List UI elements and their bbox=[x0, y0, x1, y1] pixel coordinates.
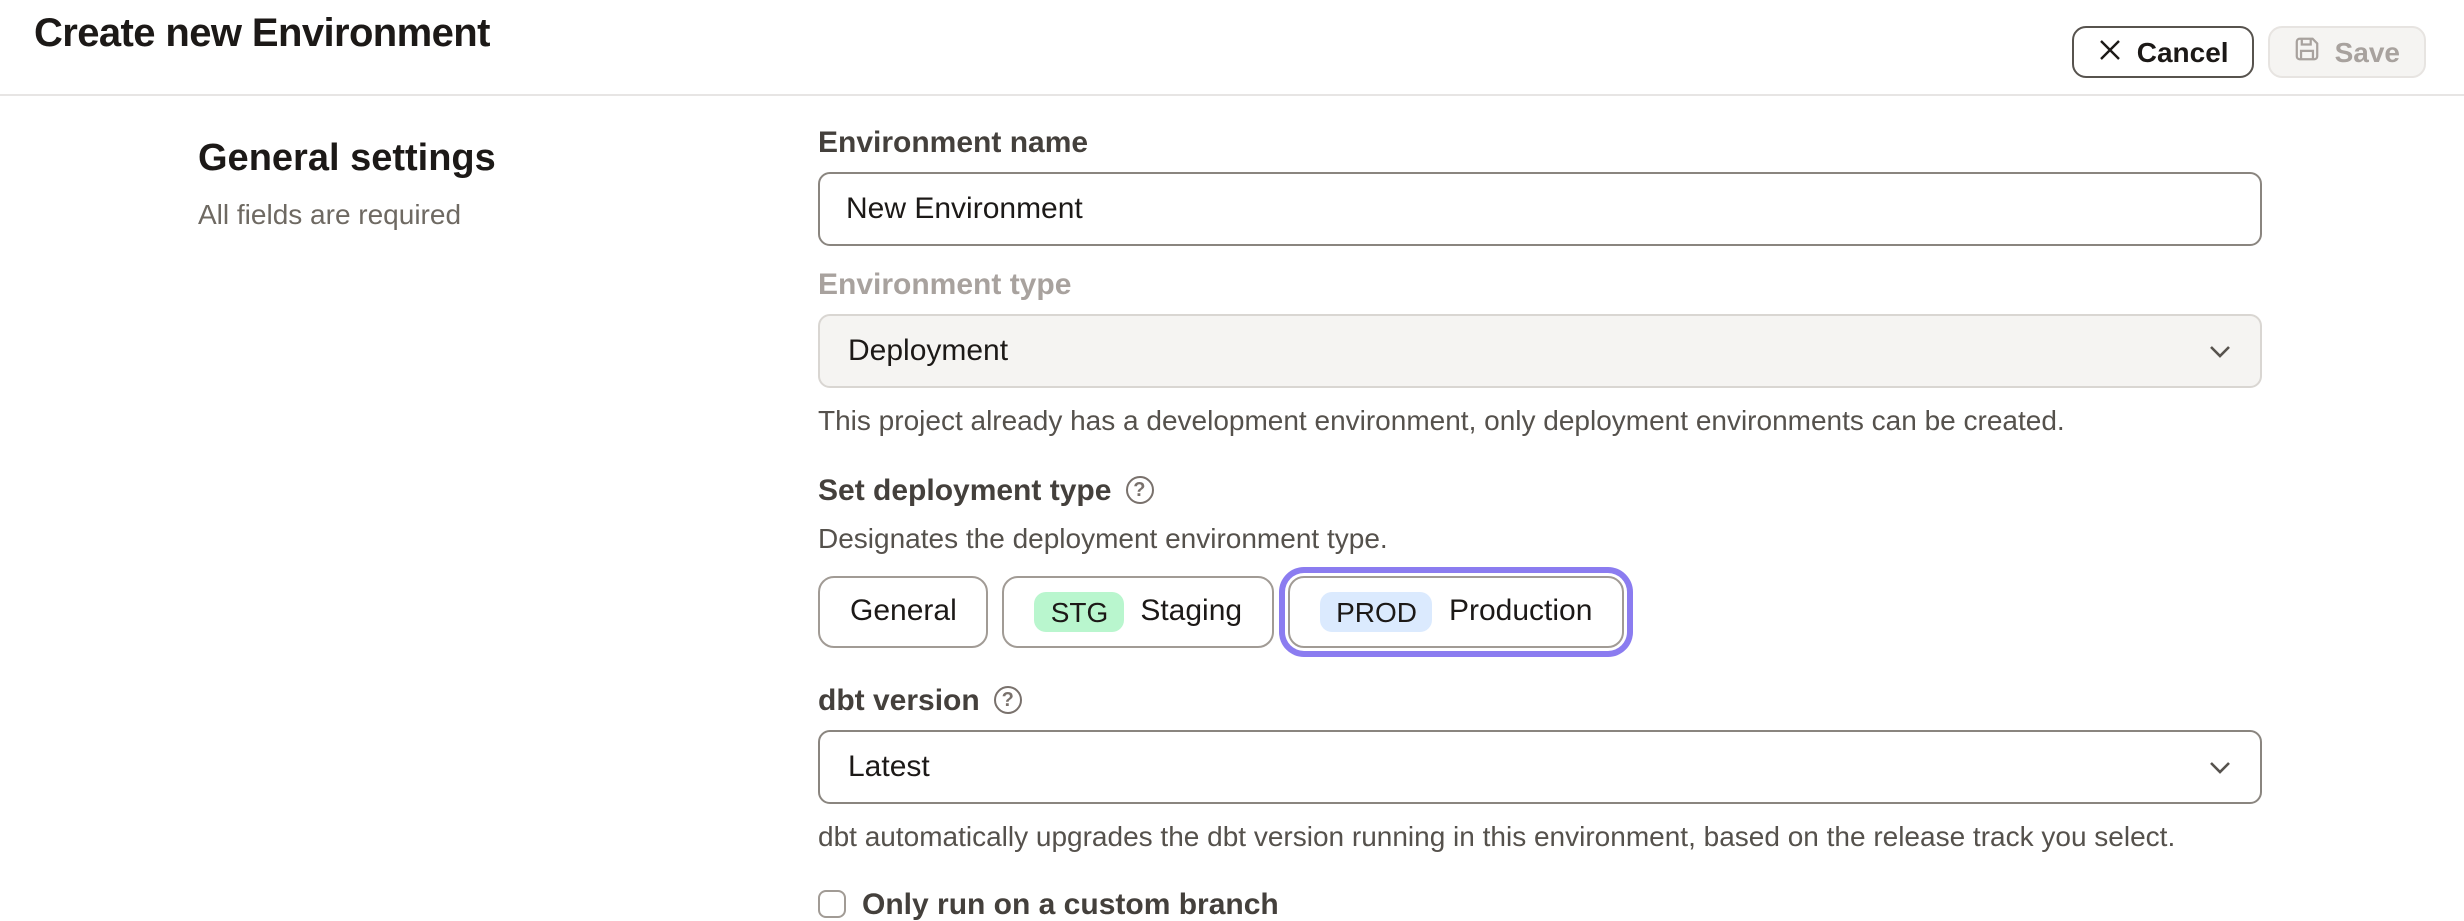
help-icon[interactable]: ? bbox=[1125, 477, 1153, 505]
cancel-button[interactable]: Cancel bbox=[2073, 26, 2255, 78]
environment-name-field: Environment name bbox=[818, 126, 2262, 246]
environment-type-label: Environment type bbox=[818, 268, 2262, 302]
environment-name-label: Environment name bbox=[818, 126, 2262, 160]
environment-type-select[interactable]: Deployment bbox=[818, 314, 2262, 388]
dbt-version-field: dbt version ? Latest dbt automatically u… bbox=[818, 684, 2262, 856]
save-button[interactable]: Save bbox=[2269, 26, 2426, 78]
chevron-down-icon bbox=[2208, 334, 2232, 368]
save-disk-icon bbox=[2295, 36, 2321, 68]
option-label: General bbox=[850, 595, 957, 629]
deployment-type-option-production[interactable]: PROD Production bbox=[1288, 576, 1624, 648]
environment-type-field: Environment type Deployment This project… bbox=[818, 268, 2262, 440]
chevron-down-icon bbox=[2208, 750, 2232, 784]
help-icon[interactable]: ? bbox=[994, 687, 1022, 715]
deployment-type-section: Set deployment type ? Designates the dep… bbox=[818, 474, 2262, 648]
dbt-version-label: dbt version bbox=[818, 684, 980, 718]
environment-name-input[interactable] bbox=[818, 172, 2262, 246]
create-environment-page: Create new Environment Cancel Save Gener… bbox=[0, 0, 2464, 872]
save-button-label: Save bbox=[2335, 36, 2400, 68]
option-label: Staging bbox=[1140, 595, 1242, 629]
deployment-type-options: General STG Staging PROD Production bbox=[818, 576, 2262, 648]
option-label: Production bbox=[1449, 595, 1592, 629]
settings-summary: General settings All fields are required bbox=[198, 126, 818, 921]
custom-branch-checkbox[interactable] bbox=[818, 890, 846, 918]
deployment-type-option-general[interactable]: General bbox=[818, 576, 989, 648]
deployment-type-option-staging[interactable]: STG Staging bbox=[1003, 576, 1274, 648]
page-title: Create new Environment bbox=[34, 12, 490, 58]
close-icon bbox=[2099, 36, 2123, 68]
deployment-type-label: Set deployment type bbox=[818, 474, 1111, 508]
staging-badge: STG bbox=[1035, 592, 1125, 632]
custom-branch-field: Only run on a custom branch bbox=[818, 887, 2262, 921]
page-header: Create new Environment Cancel Save bbox=[0, 0, 2464, 96]
dbt-version-helper: dbt automatically upgrades the dbt versi… bbox=[818, 818, 2262, 856]
production-badge: PROD bbox=[1320, 592, 1433, 632]
header-actions: Cancel Save bbox=[2073, 26, 2426, 78]
settings-subheading: All fields are required bbox=[198, 198, 818, 230]
environment-type-value: Deployment bbox=[848, 334, 1008, 368]
deployment-type-helper: Designates the deployment environment ty… bbox=[818, 520, 2262, 558]
custom-branch-label[interactable]: Only run on a custom branch bbox=[862, 887, 1279, 921]
environment-type-helper: This project already has a development e… bbox=[818, 402, 2262, 440]
dbt-version-select[interactable]: Latest bbox=[818, 730, 2262, 804]
dbt-version-value: Latest bbox=[848, 750, 930, 784]
settings-heading: General settings bbox=[198, 136, 818, 184]
main-content: General settings All fields are required… bbox=[0, 96, 2464, 921]
environment-form: Environment name Environment type Deploy… bbox=[818, 126, 2262, 921]
cancel-button-label: Cancel bbox=[2137, 36, 2229, 68]
